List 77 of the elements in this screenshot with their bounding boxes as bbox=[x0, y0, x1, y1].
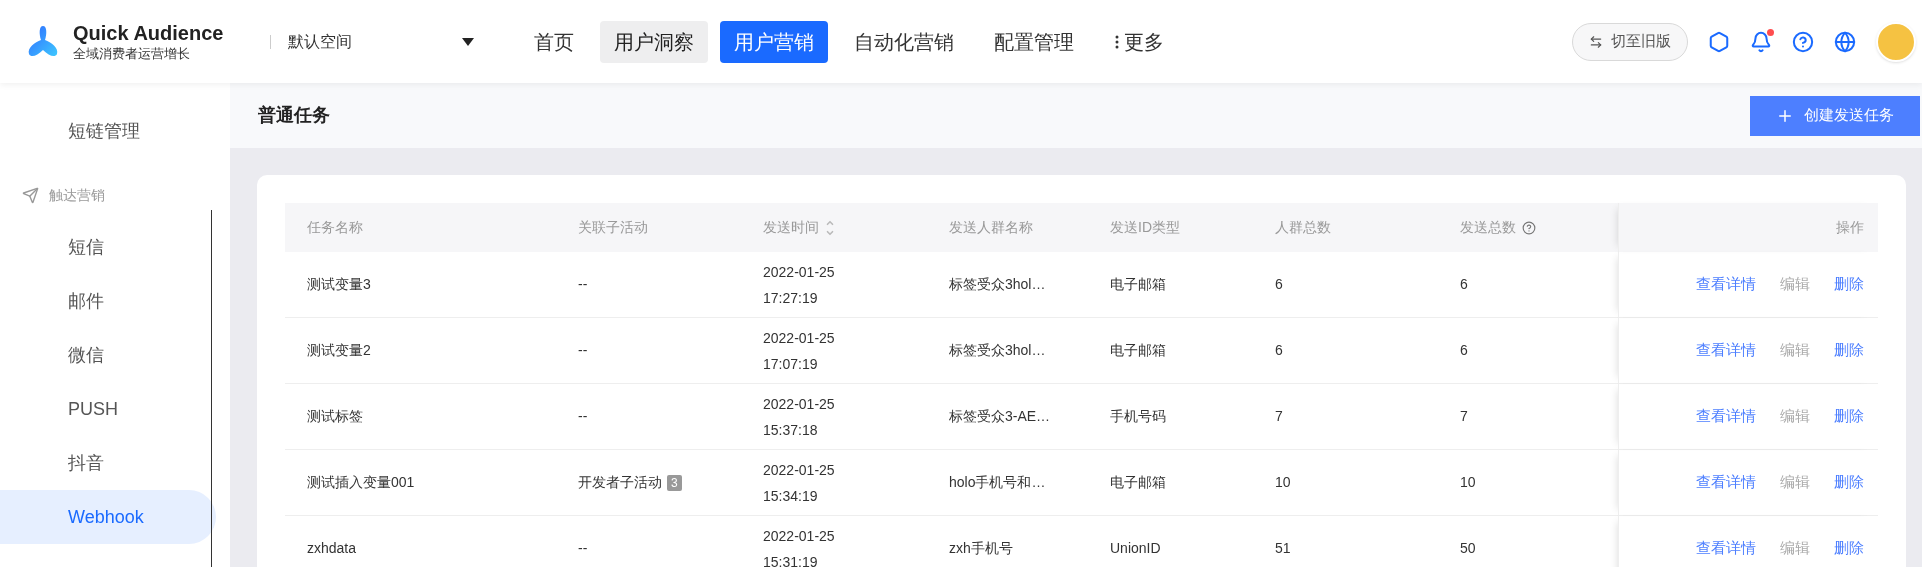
hexagon-icon[interactable] bbox=[1708, 30, 1730, 53]
send-time: 15:34:19 bbox=[763, 486, 819, 506]
create-task-button[interactable]: 创建发送任务 bbox=[1750, 95, 1920, 136]
globe-icon[interactable] bbox=[1834, 30, 1856, 53]
send-total: 7 bbox=[1459, 407, 1469, 426]
column-header: 任务名称 bbox=[306, 218, 364, 237]
id-type: 手机号码 bbox=[1109, 407, 1167, 426]
action-link[interactable]: 删除 bbox=[1834, 537, 1864, 560]
audience-name: zxh手机号 bbox=[948, 539, 1014, 558]
workspace-select[interactable]: 默认空间 bbox=[288, 29, 478, 54]
help-icon[interactable] bbox=[1792, 30, 1814, 53]
send-time: 15:31:19 bbox=[763, 552, 819, 567]
action-link[interactable]: 查看详情 bbox=[1696, 537, 1756, 560]
send-time: 15:37:18 bbox=[763, 420, 819, 440]
send-time: 2022-01-25 bbox=[763, 328, 836, 348]
sidebar-group: 触达营销 bbox=[0, 170, 230, 220]
swap-icon bbox=[1589, 34, 1603, 49]
audience-name: 标签受众3hol… bbox=[948, 341, 1047, 360]
action-link[interactable]: 删除 bbox=[1834, 273, 1864, 296]
nav-tab[interactable]: 用户洞察 bbox=[600, 20, 708, 63]
audience-name: holo手机号和… bbox=[948, 473, 1047, 492]
action-link[interactable]: 删除 bbox=[1834, 405, 1864, 428]
page-title: 普通任务 bbox=[258, 104, 330, 127]
task-name: 测试标签 bbox=[306, 407, 364, 426]
action-link[interactable]: 删除 bbox=[1834, 339, 1864, 362]
app-title: Quick Audience bbox=[73, 20, 224, 46]
send-icon bbox=[22, 186, 39, 204]
action-link[interactable]: 查看详情 bbox=[1696, 339, 1756, 362]
audience-name: 标签受众3-AE… bbox=[948, 407, 1052, 426]
send-total: 50 bbox=[1459, 539, 1477, 558]
caret-icon bbox=[462, 37, 474, 46]
action-link[interactable]: 查看详情 bbox=[1696, 471, 1756, 494]
notification-button[interactable] bbox=[1750, 30, 1772, 53]
column-header: 关联子活动 bbox=[577, 218, 649, 237]
send-total: 6 bbox=[1459, 275, 1469, 294]
id-type: 电子邮箱 bbox=[1109, 275, 1167, 294]
action-link[interactable]: 删除 bbox=[1834, 471, 1864, 494]
sub-activity: -- bbox=[578, 539, 588, 558]
audience-total: 7 bbox=[1274, 407, 1284, 426]
app-subtitle: 全域消费者运营增长 bbox=[73, 45, 191, 63]
column-header[interactable]: 发送时间 bbox=[741, 203, 927, 252]
action-link[interactable]: 查看详情 bbox=[1696, 273, 1756, 296]
help-icon[interactable] bbox=[1522, 220, 1536, 235]
sidebar-item[interactable]: Webhook bbox=[0, 490, 216, 544]
send-total: 6 bbox=[1459, 341, 1469, 360]
sub-activity: -- bbox=[578, 275, 588, 294]
audience-total: 6 bbox=[1274, 275, 1284, 294]
column-header: 发送总数 bbox=[1438, 203, 1618, 252]
send-time: 17:27:19 bbox=[763, 288, 819, 308]
count-badge: 3 bbox=[667, 474, 682, 491]
action-link[interactable]: 查看详情 bbox=[1696, 405, 1756, 428]
task-name: 测试变量2 bbox=[306, 341, 372, 360]
audience-total: 51 bbox=[1274, 539, 1292, 558]
send-time: 2022-01-25 bbox=[763, 460, 836, 480]
task-name: 测试插入变量001 bbox=[306, 473, 416, 492]
send-total: 10 bbox=[1459, 473, 1477, 492]
audience-name: 标签受众3hol… bbox=[948, 275, 1047, 294]
send-time: 2022-01-25 bbox=[763, 526, 836, 546]
column-header: 操作 bbox=[1618, 203, 1878, 252]
id-type: 电子邮箱 bbox=[1109, 341, 1167, 360]
id-type: UnionID bbox=[1109, 539, 1162, 558]
sub-activity: -- bbox=[578, 407, 588, 426]
column-header: 发送ID类型 bbox=[1109, 218, 1181, 237]
nav-tab[interactable]: 用户营销 bbox=[720, 20, 828, 63]
column-header: 人群总数 bbox=[1274, 218, 1332, 237]
send-time: 17:07:19 bbox=[763, 354, 819, 374]
column-header: 发送人群名称 bbox=[948, 218, 1034, 237]
task-name: 测试变量3 bbox=[306, 275, 372, 294]
send-time: 2022-01-25 bbox=[763, 262, 836, 282]
task-name: zxhdata bbox=[306, 539, 358, 558]
audience-total: 10 bbox=[1274, 473, 1292, 492]
sub-activity: 开发者子活动 bbox=[578, 473, 662, 492]
audience-total: 6 bbox=[1274, 341, 1284, 360]
sub-activity: -- bbox=[578, 341, 588, 360]
switch-version-button[interactable]: 切至旧版 bbox=[1572, 22, 1688, 61]
send-time: 2022-01-25 bbox=[763, 394, 836, 414]
id-type: 电子邮箱 bbox=[1109, 473, 1167, 492]
